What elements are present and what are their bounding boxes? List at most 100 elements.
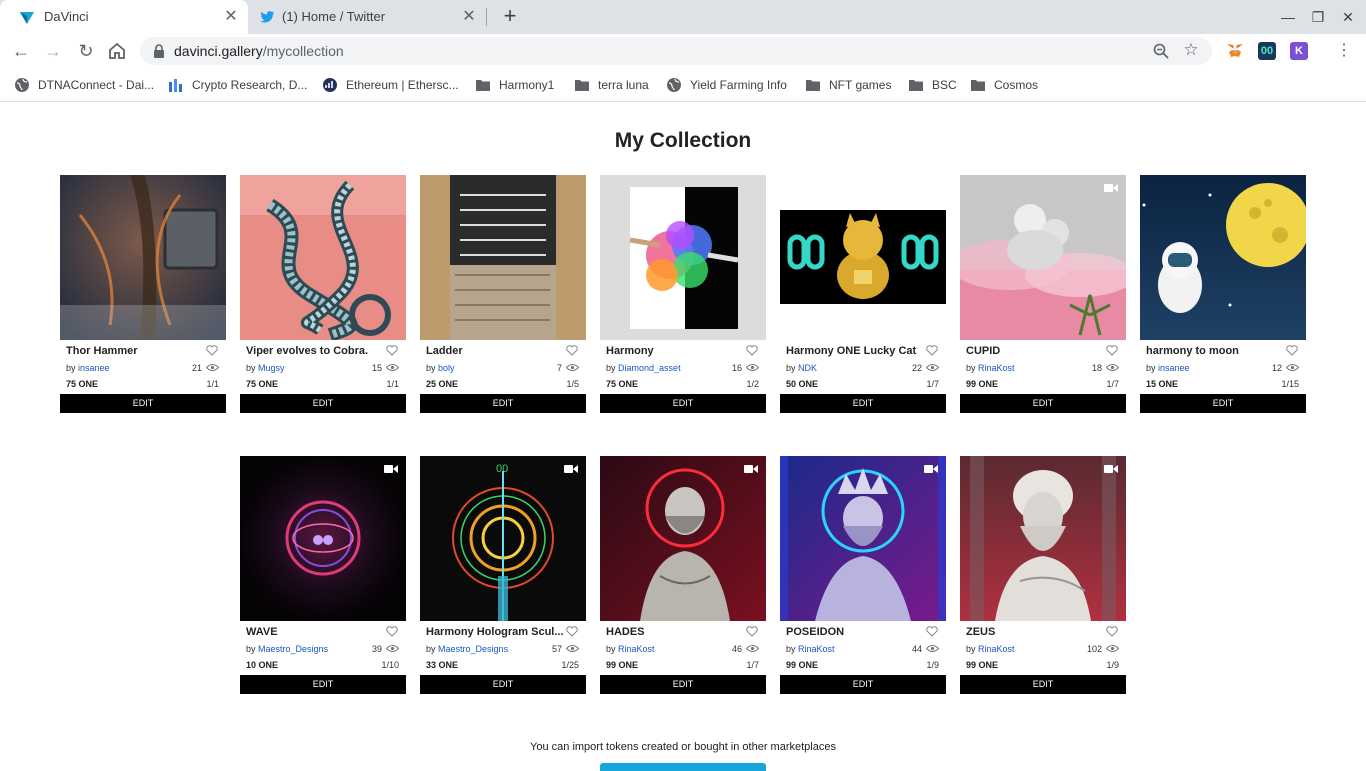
nft-title[interactable]: Viper evolves to Cobra.	[246, 345, 386, 357]
bookmark-folder[interactable]: terra luna	[574, 76, 649, 94]
minimize-icon[interactable]: —	[1275, 6, 1301, 28]
nft-image[interactable]	[780, 175, 946, 340]
nft-card[interactable]: harmony to moon by insanee 12 15 ONE 1/1…	[1140, 175, 1306, 413]
heart-icon[interactable]	[386, 626, 398, 637]
heart-icon[interactable]	[746, 626, 758, 637]
edit-button[interactable]: EDIT	[960, 675, 1126, 694]
new-tab-button[interactable]: +	[498, 5, 522, 29]
nft-card[interactable]: Ladder by boly 7 25 ONE 1/5 EDIT	[420, 175, 586, 413]
nft-image[interactable]	[1140, 175, 1306, 340]
nft-author-link[interactable]: RinaKost	[978, 644, 1015, 654]
nft-title[interactable]: CUPID	[966, 345, 1106, 357]
nft-title[interactable]: WAVE	[246, 626, 386, 638]
nft-card[interactable]: ZEUS by RinaKost 102 99 ONE 1/9 EDIT	[960, 456, 1126, 694]
close-tab-icon[interactable]: ✕	[222, 8, 240, 26]
close-tab-icon[interactable]: ✕	[460, 8, 478, 26]
close-window-icon[interactable]: ✕	[1335, 6, 1361, 28]
nft-image[interactable]	[240, 175, 406, 340]
nft-author-link[interactable]: Diamond_asset	[618, 363, 681, 373]
heart-icon[interactable]	[1286, 345, 1298, 356]
tab-twitter[interactable]: (1) Home / Twitter ✕	[248, 0, 486, 34]
address-bar[interactable]: davinci.gallery/mycollection ☆	[140, 37, 1212, 65]
nft-title[interactable]: Ladder	[426, 345, 566, 357]
nft-title[interactable]: ZEUS	[966, 626, 1106, 638]
forward-icon[interactable]: →	[41, 39, 65, 63]
bookmark-item[interactable]: Yield Farming Info	[666, 76, 787, 94]
heart-icon[interactable]	[746, 345, 758, 356]
tab-davinci[interactable]: DaVinci ✕	[0, 0, 248, 34]
bookmark-star-icon[interactable]: ☆	[1180, 40, 1202, 60]
nft-card[interactable]: Thor Hammer by insanee 21 75 ONE 1/1 EDI…	[60, 175, 226, 413]
edit-button[interactable]: EDIT	[780, 394, 946, 413]
edit-button[interactable]: EDIT	[240, 675, 406, 694]
heart-icon[interactable]	[1106, 345, 1118, 356]
heart-icon[interactable]	[566, 626, 578, 637]
nft-title[interactable]: harmony to moon	[1146, 345, 1286, 357]
nft-card[interactable]: HADES by RinaKost 46 99 ONE 1/7 EDIT	[600, 456, 766, 694]
nft-author-link[interactable]: Maestro_Designs	[438, 644, 508, 654]
nft-author-link[interactable]: insanee	[1158, 363, 1190, 373]
heart-icon[interactable]	[1106, 626, 1118, 637]
bookmark-item[interactable]: Ethereum | Ethersc...	[322, 76, 459, 94]
nft-image[interactable]	[420, 175, 586, 340]
edit-button[interactable]: EDIT	[240, 394, 406, 413]
edit-button[interactable]: EDIT	[600, 394, 766, 413]
nft-image[interactable]	[960, 175, 1126, 340]
heart-icon[interactable]	[206, 345, 218, 356]
edit-button[interactable]: EDIT	[780, 675, 946, 694]
edit-button[interactable]: EDIT	[1140, 394, 1306, 413]
nft-title[interactable]: Harmony	[606, 345, 746, 357]
back-icon[interactable]: ←	[9, 39, 33, 63]
nft-author-link[interactable]: NDK	[798, 363, 817, 373]
k-extension-icon[interactable]: K	[1290, 42, 1308, 60]
browser-menu-icon[interactable]: ⋮	[1336, 42, 1352, 60]
bookmark-item[interactable]: Crypto Research, D...	[168, 76, 307, 94]
nft-card[interactable]: WAVE by Maestro_Designs 39 10 ONE 1/10 E…	[240, 456, 406, 694]
nft-author-link[interactable]: RinaKost	[798, 644, 835, 654]
nft-author-link[interactable]: boly	[438, 363, 455, 373]
nft-image[interactable]	[960, 456, 1126, 621]
heart-icon[interactable]	[566, 345, 578, 356]
heart-icon[interactable]	[926, 345, 938, 356]
reload-icon[interactable]: ↻	[74, 39, 98, 63]
bookmark-folder[interactable]: Cosmos	[970, 76, 1038, 94]
nft-image[interactable]: 00	[420, 456, 586, 621]
edit-button[interactable]: EDIT	[960, 394, 1126, 413]
home-icon[interactable]	[106, 40, 128, 62]
nft-card[interactable]: Viper evolves to Cobra. by Mugsy 15 75 O…	[240, 175, 406, 413]
nft-image[interactable]	[60, 175, 226, 340]
nft-card[interactable]: 00 Harmony Hologram Scul... by Maestro_D…	[420, 456, 586, 694]
nft-author-link[interactable]: RinaKost	[978, 363, 1015, 373]
nft-image[interactable]	[600, 175, 766, 340]
bookmark-folder[interactable]: Harmony1	[475, 76, 554, 94]
metamask-icon[interactable]	[1226, 42, 1244, 60]
nft-title[interactable]: Harmony ONE Lucky Cat	[786, 345, 926, 357]
heart-icon[interactable]	[926, 626, 938, 637]
edit-button[interactable]: EDIT	[420, 394, 586, 413]
nft-title[interactable]: Thor Hammer	[66, 345, 206, 357]
restore-icon[interactable]: ❐	[1305, 6, 1331, 28]
nft-author-link[interactable]: Maestro_Designs	[258, 644, 328, 654]
nft-image[interactable]	[780, 456, 946, 621]
import-button[interactable]	[600, 763, 766, 771]
heart-icon[interactable]	[386, 345, 398, 356]
nft-author-link[interactable]: Mugsy	[258, 363, 285, 373]
nft-author-link[interactable]: RinaKost	[618, 644, 655, 654]
edit-button[interactable]: EDIT	[420, 675, 586, 694]
bookmark-folder[interactable]: BSC	[908, 76, 957, 94]
bookmark-item[interactable]: DTNAConnect - Dai...	[14, 76, 154, 94]
nft-image[interactable]	[240, 456, 406, 621]
nft-image[interactable]	[600, 456, 766, 621]
nft-card[interactable]: Harmony by Diamond_asset 16 75 ONE 1/2 E…	[600, 175, 766, 413]
bookmark-folder[interactable]: NFT games	[805, 76, 891, 94]
nft-title[interactable]: HADES	[606, 626, 746, 638]
zoom-icon[interactable]	[1152, 42, 1170, 60]
nft-card[interactable]: CUPID by RinaKost 18 99 ONE 1/7 EDIT	[960, 175, 1126, 413]
nft-author-link[interactable]: insanee	[78, 363, 110, 373]
nft-card[interactable]: Harmony ONE Lucky Cat by NDK 22 50 ONE 1…	[780, 175, 946, 413]
edit-button[interactable]: EDIT	[60, 394, 226, 413]
nft-card[interactable]: POSEIDON by RinaKost 44 99 ONE 1/9 EDIT	[780, 456, 946, 694]
nft-title[interactable]: Harmony Hologram Scul...	[426, 626, 566, 638]
harmony-extension-icon[interactable]: 00	[1258, 42, 1276, 60]
nft-title[interactable]: POSEIDON	[786, 626, 926, 638]
